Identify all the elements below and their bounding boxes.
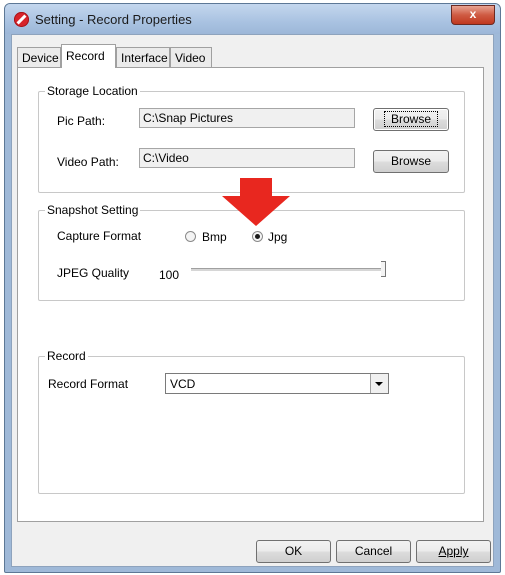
apply-button[interactable]: Apply (416, 540, 491, 563)
dialog-window: Setting - Record Properties x Device Rec… (4, 3, 501, 573)
record-format-value: VCD (170, 377, 196, 391)
ok-button-label: OK (284, 544, 303, 558)
record-group-title: Record (45, 349, 88, 363)
title-bar[interactable]: Setting - Record Properties x (5, 4, 500, 34)
video-path-browse-button[interactable]: Browse (373, 150, 449, 173)
window-title: Setting - Record Properties (35, 12, 192, 27)
pic-path-field[interactable]: C:\Snap Pictures (139, 108, 355, 128)
close-button[interactable]: x (451, 5, 495, 25)
tab-record-label: Record (66, 49, 105, 63)
tab-device[interactable]: Device (17, 47, 61, 67)
red-down-arrow-icon (222, 178, 290, 226)
jpeg-quality-value: 100 (159, 268, 180, 282)
pic-path-browse-label: Browse (383, 111, 439, 127)
video-path-browse-label: Browse (390, 154, 431, 168)
record-tab-panel: Storage Location Pic Path: C:\Snap Pictu… (17, 67, 484, 522)
tab-record[interactable]: Record (61, 44, 116, 68)
pic-path-browse-button[interactable]: Browse (373, 108, 449, 131)
tab-video-label: Video (175, 51, 206, 65)
apply-button-label: Apply (438, 544, 469, 558)
jpeg-quality-slider-thumb[interactable] (381, 261, 386, 277)
tab-video[interactable]: Video (170, 47, 212, 67)
ok-button[interactable]: OK (256, 540, 331, 563)
close-icon: x (469, 7, 477, 21)
jpg-radio[interactable] (252, 231, 263, 242)
jpg-label[interactable]: Jpg (268, 230, 287, 244)
tab-interface-label: Interface (121, 51, 168, 65)
bmp-radio[interactable] (185, 231, 196, 242)
tab-device-label: Device (22, 51, 59, 65)
tab-interface[interactable]: Interface (116, 47, 170, 67)
pic-path-label: Pic Path: (57, 114, 106, 128)
video-path-field[interactable]: C:\Video (139, 148, 355, 168)
record-group: Record Record Format VCD (38, 349, 465, 494)
cancel-button-label: Cancel (354, 544, 393, 558)
jpg-radio-dot (255, 234, 260, 239)
record-format-label: Record Format (48, 377, 129, 391)
chevron-down-icon[interactable] (370, 374, 388, 393)
jpeg-quality-label: JPEG Quality (57, 266, 130, 280)
snapshot-setting-title: Snapshot Setting (45, 203, 141, 217)
record-app-icon (14, 12, 29, 27)
video-path-label: Video Path: (57, 155, 119, 169)
bmp-label[interactable]: Bmp (202, 230, 227, 244)
dialog-client-area: Device Record Interface Video Storage Lo… (11, 34, 494, 567)
storage-location-title: Storage Location (45, 84, 140, 98)
record-format-select[interactable]: VCD (165, 373, 389, 394)
jpeg-quality-slider-track[interactable] (191, 268, 381, 272)
capture-format-label: Capture Format (57, 229, 142, 243)
cancel-button[interactable]: Cancel (336, 540, 411, 563)
